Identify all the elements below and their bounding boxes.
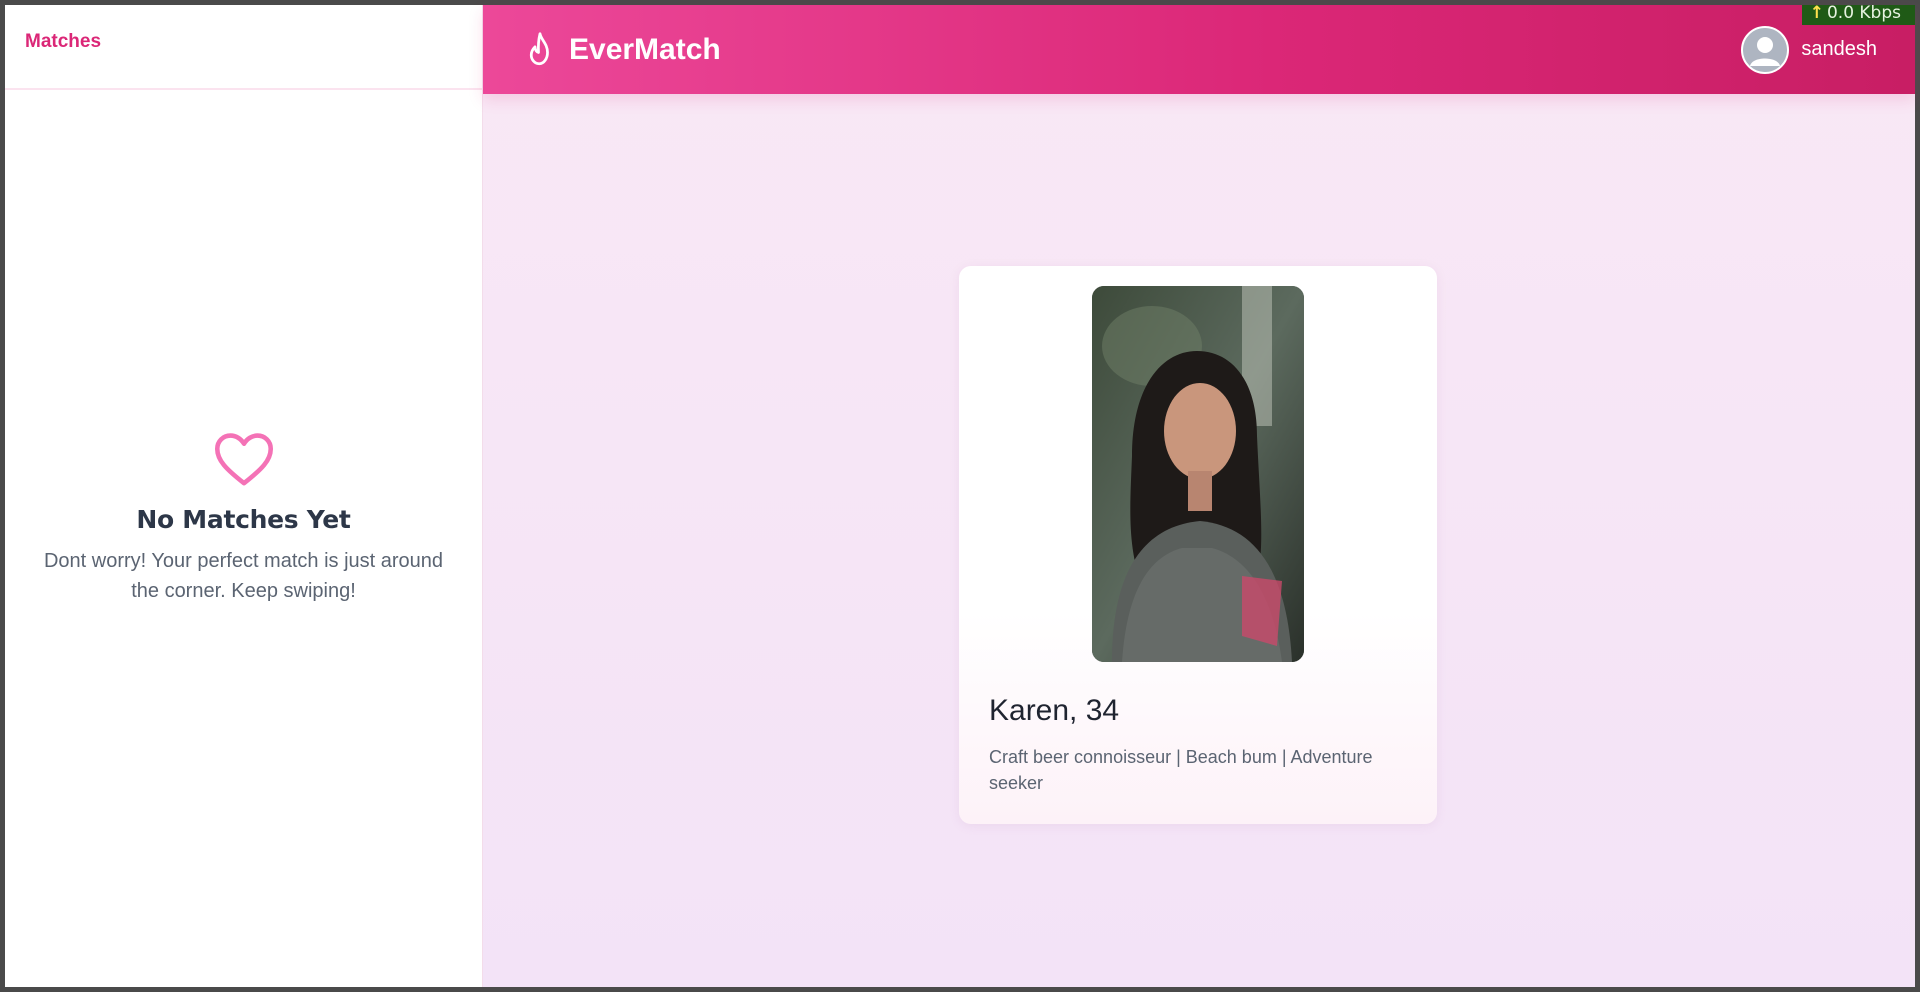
heart-icon (214, 433, 273, 486)
app-window: Matches No Matches Yet Dont worry! Your … (5, 5, 1915, 987)
user-avatar-icon[interactable] (1741, 25, 1790, 74)
empty-state-text: Dont worry! Your perfect match is just a… (43, 550, 444, 602)
flame-icon (529, 31, 549, 65)
sidebar-header: Matches (5, 5, 482, 90)
brand[interactable]: EverMatch (525, 31, 721, 69)
network-speed-indicator: ↑ 0.0 Kbps (1801, 3, 1915, 25)
upload-arrow-icon: ↑ (1809, 3, 1824, 23)
swipe-stage: Karen, 34 Craft beer connoisseur | Beach… (483, 94, 1915, 987)
top-bar: EverMatch sandesh (483, 5, 1915, 94)
matches-title[interactable]: Matches (25, 31, 462, 53)
brand-name: EverMatch (569, 32, 721, 66)
username: sandesh (1801, 38, 1877, 60)
main-area: EverMatch sandesh Karen, 34 Craft beer c… (483, 5, 1915, 987)
profile-bio: Craft beer connoisseur | Beach bum | Adv… (989, 747, 1373, 793)
profile-card[interactable]: Karen, 34 Craft beer connoisseur | Beach… (959, 266, 1437, 824)
profile-name-age: Karen, 34 (989, 694, 1120, 727)
matches-sidebar: Matches No Matches Yet Dont worry! Your … (5, 5, 483, 987)
empty-state-title: No Matches Yet (136, 505, 351, 534)
user-menu[interactable]: sandesh (1741, 25, 1877, 74)
empty-state: No Matches Yet Dont worry! Your perfect … (5, 90, 482, 987)
network-speed-text: 0.0 Kbps (1826, 3, 1901, 23)
profile-photo (1092, 286, 1304, 662)
